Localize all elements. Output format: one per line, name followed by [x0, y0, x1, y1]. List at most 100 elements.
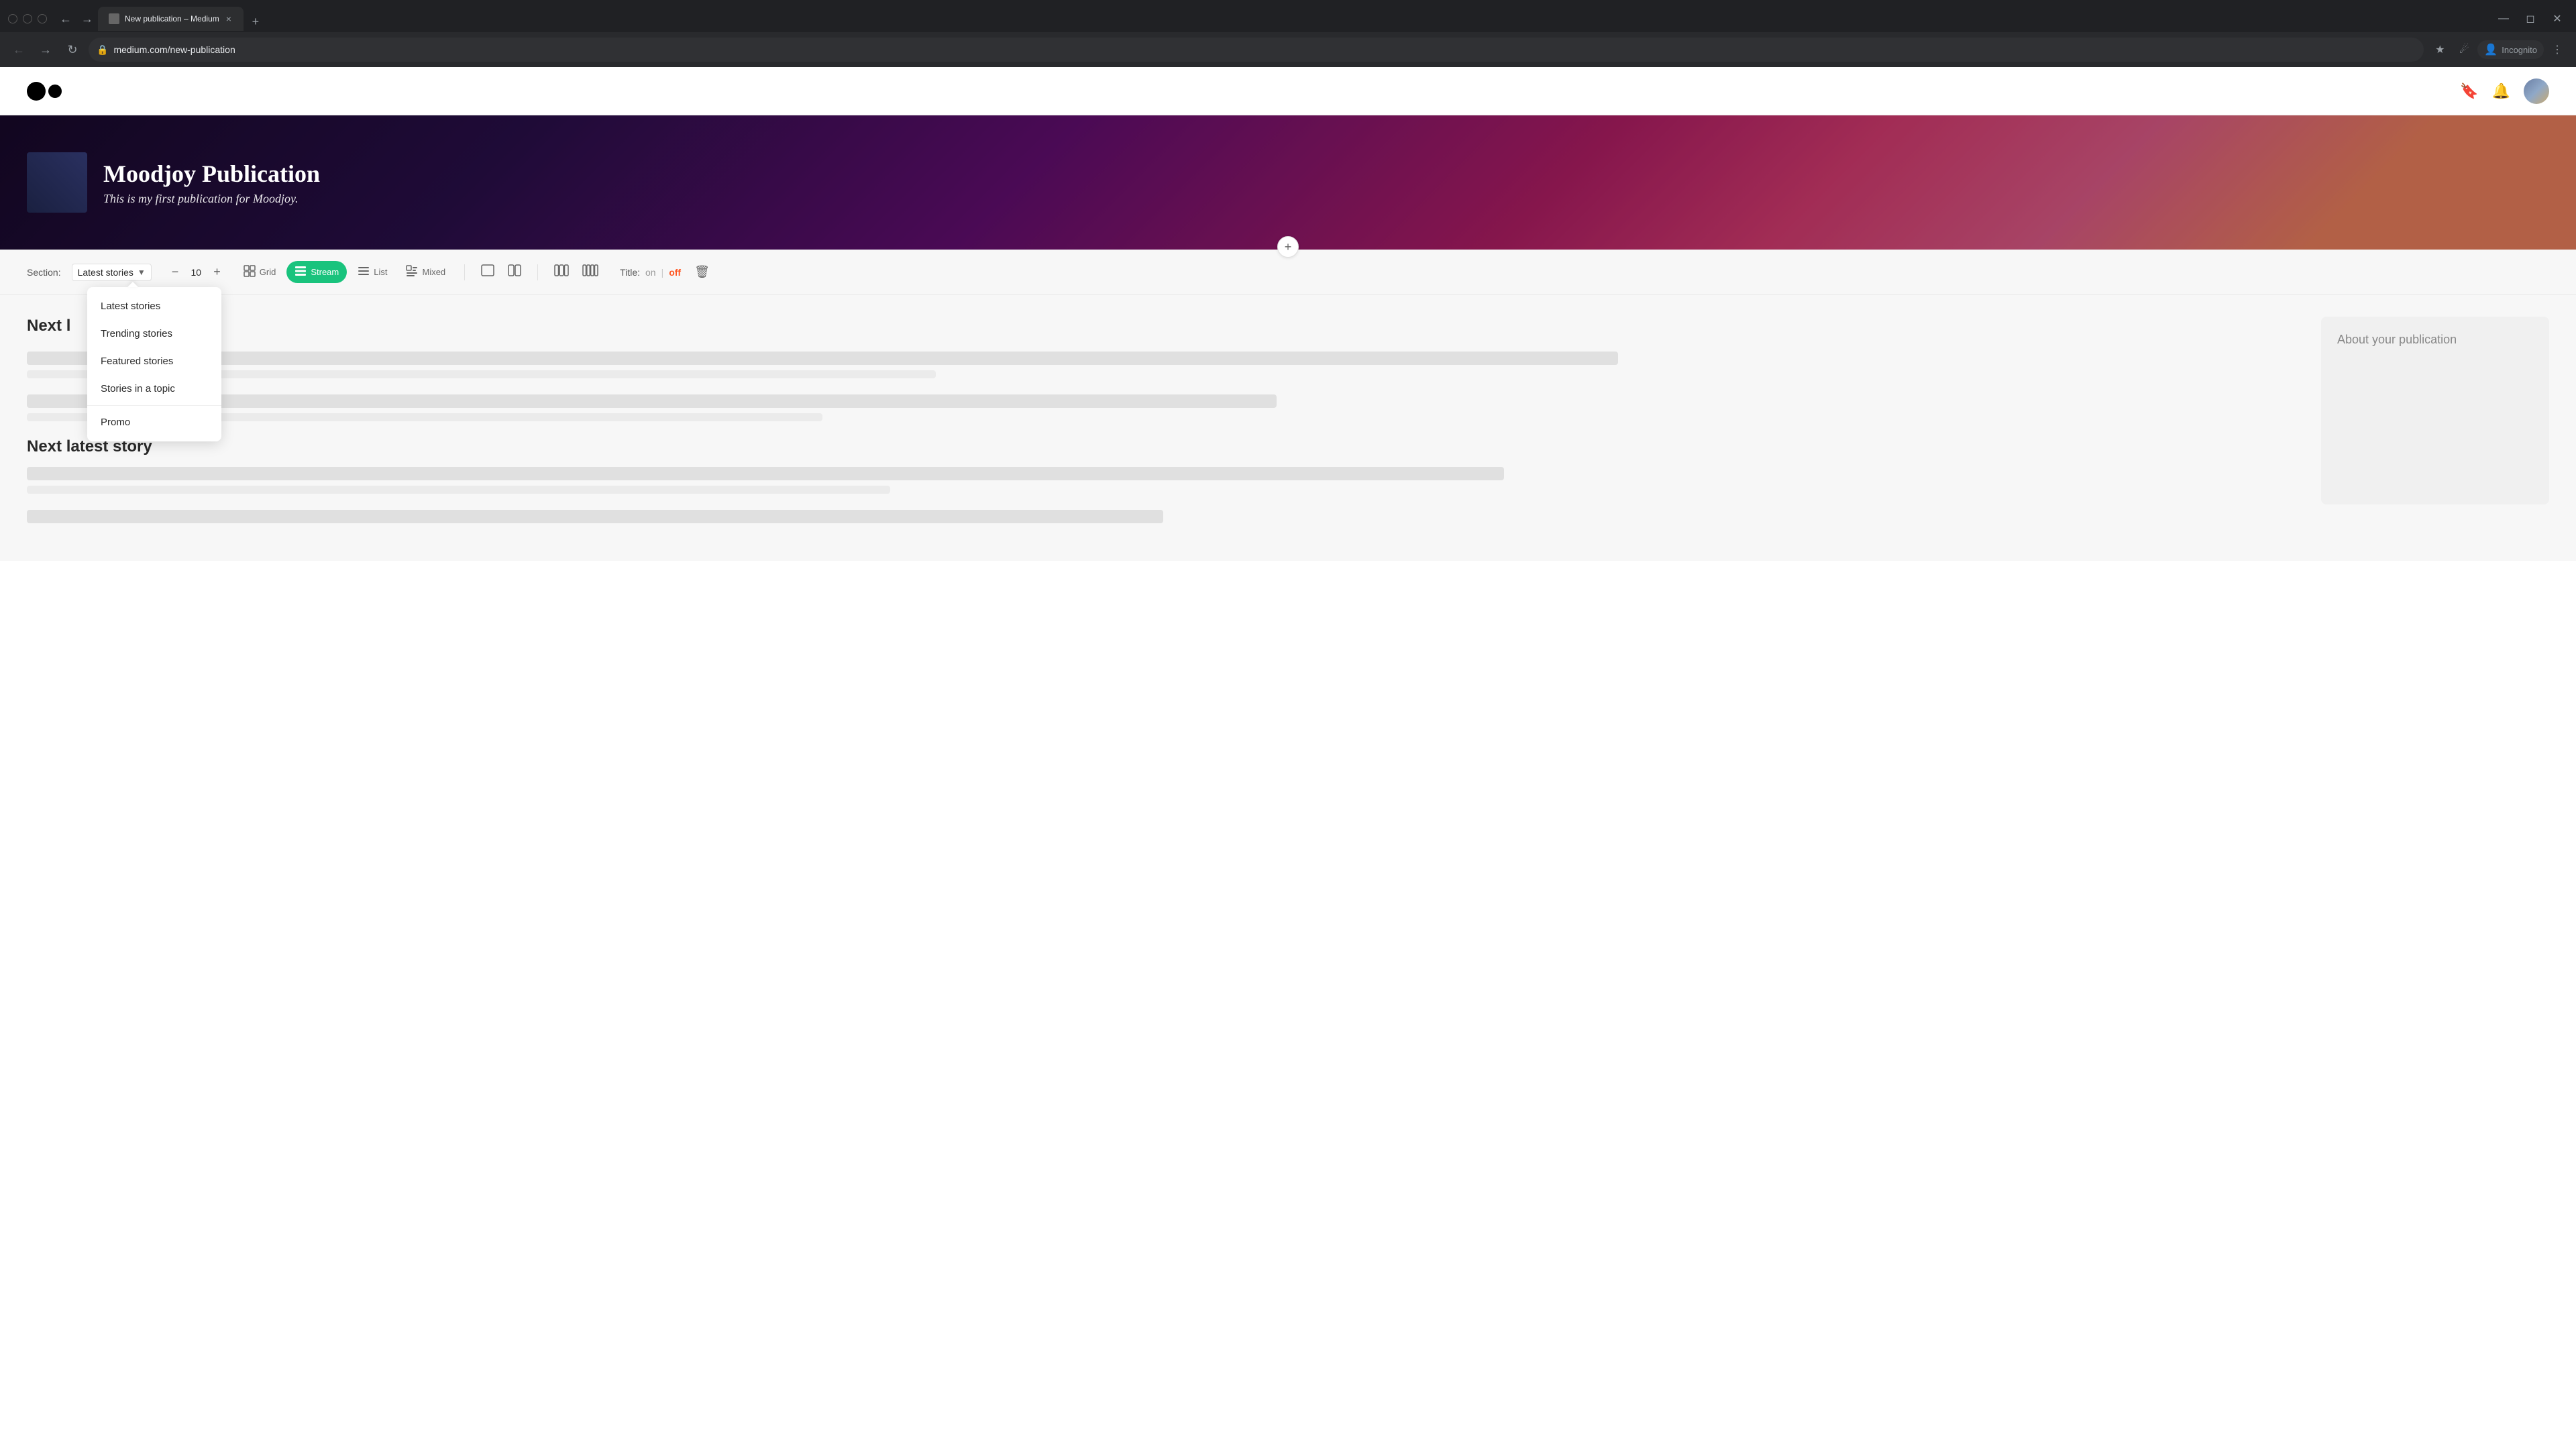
view-options: Grid Stream — [235, 261, 453, 283]
main-content: Next l Next latest story — [0, 295, 2576, 561]
stream-view-label: Stream — [311, 267, 339, 277]
delete-section-button[interactable]: 🗑 — [694, 265, 710, 279]
layout-single-button[interactable] — [476, 260, 500, 284]
medium-logo — [27, 82, 62, 101]
incognito-icon: 👤 — [2484, 43, 2498, 56]
window-restore-btn[interactable]: ◻ — [2520, 8, 2541, 30]
dropdown-divider — [87, 405, 221, 406]
next-story-heading: Next latest story — [27, 437, 2300, 456]
section-controls: + Section: Latest stories ▼ − 10 + — [0, 250, 2576, 295]
bookmark-icon[interactable]: 🔖 — [2460, 83, 2478, 100]
address-text: medium.com/new-publication — [113, 44, 2416, 55]
list-icon — [358, 265, 370, 279]
count-value: 10 — [188, 267, 204, 278]
dropdown-item-featured[interactable]: Featured stories — [87, 347, 221, 375]
story-item-3 — [27, 467, 2300, 494]
publication-logo-image — [27, 152, 87, 213]
minimize-button[interactable] — [8, 14, 17, 23]
chevron-down-icon: ▼ — [138, 268, 146, 277]
section-label: Section: — [27, 267, 61, 278]
stream-icon — [294, 265, 307, 279]
publication-banner: Moodjoy Publication This is my first pub… — [0, 115, 2576, 250]
browser-titlebar: ← → New publication – Medium × + — ◻ ✕ — [0, 0, 2576, 32]
layout-options — [476, 260, 527, 284]
section-dropdown[interactable]: Latest stories ▼ — [72, 264, 152, 281]
count-controls: − 10 + — [168, 264, 225, 280]
about-publication-title: About your publication — [2337, 333, 2533, 347]
bookmark-star-button[interactable]: ★ — [2429, 39, 2451, 60]
back-button[interactable]: ← — [55, 8, 76, 30]
forward-button[interactable]: → — [76, 8, 98, 30]
banner-overlay — [0, 115, 2576, 250]
tab-close-button[interactable]: × — [225, 12, 233, 25]
browser-chrome: ← → New publication – Medium × + — ◻ ✕ — [0, 0, 2576, 67]
address-bar[interactable]: 🔒 medium.com/new-publication — [89, 38, 2424, 62]
section-dropdown-text: Latest stories — [78, 267, 133, 278]
window-close-btn[interactable]: ✕ — [2546, 8, 2568, 30]
divider-1 — [464, 264, 465, 280]
publication-logo — [27, 152, 87, 213]
new-tab-button[interactable]: + — [246, 12, 265, 31]
about-publication-box: About your publication — [2321, 317, 2549, 504]
close-button[interactable] — [38, 14, 47, 23]
title-on-option[interactable]: on — [645, 267, 656, 278]
notification-bell-icon[interactable]: 🔔 — [2492, 83, 2510, 100]
maximize-button[interactable] — [23, 14, 32, 23]
mixed-view-label: Mixed — [422, 267, 445, 277]
medium-logo-dots — [27, 82, 62, 101]
sidebar: About your publication — [2321, 317, 2549, 539]
stream-view-button[interactable]: Stream — [286, 261, 347, 283]
stories-heading: Next l — [27, 317, 2300, 335]
title-control: Title: on | off — [620, 267, 681, 278]
list-view-button[interactable]: List — [350, 261, 395, 283]
nav-actions: ★ ☄ 👤 Incognito ⋮ — [2429, 39, 2568, 60]
window-minimize-btn[interactable]: — — [2493, 8, 2514, 30]
reload-button[interactable]: ↻ — [62, 39, 83, 60]
grid-view-button[interactable]: Grid — [235, 261, 284, 283]
mixed-view-button[interactable]: Mixed — [398, 261, 453, 283]
grid-view-label: Grid — [260, 267, 276, 277]
story-item-1 — [27, 352, 2300, 378]
logo-dot-large — [27, 82, 46, 101]
dropdown-arrow-up — [127, 282, 138, 287]
layout-half-button[interactable] — [502, 260, 527, 284]
header-actions: 🔖 🔔 — [2460, 78, 2549, 104]
logo-dot-small — [48, 85, 62, 98]
story-title-bar-3 — [27, 467, 1504, 480]
page-content: 🔖 🔔 Moodjoy Publication This is my first… — [0, 67, 2576, 1449]
grid-icon — [244, 265, 256, 279]
count-minus-button[interactable]: − — [168, 264, 183, 280]
layout-thirds-button[interactable] — [549, 260, 574, 284]
add-section-button[interactable]: + — [1277, 236, 1299, 258]
title-control-label: Title: — [620, 267, 640, 278]
story-item-2 — [27, 394, 2300, 421]
back-nav-button[interactable]: ← — [8, 39, 30, 60]
tabs-bar: New publication – Medium × + — [98, 7, 2487, 31]
list-view-label: List — [374, 267, 387, 277]
layout-quarters-button[interactable] — [577, 260, 604, 284]
extensions-button[interactable]: ☄ — [2453, 39, 2475, 60]
publication-title: Moodjoy Publication — [103, 160, 320, 188]
story-title-bar-4 — [27, 510, 1163, 523]
publication-subtitle: This is my first publication for Moodjoy… — [103, 192, 320, 206]
stories-section: Next l Next latest story — [27, 317, 2300, 539]
tab-title: New publication – Medium — [125, 14, 219, 23]
story-meta-bar-3 — [27, 486, 890, 494]
forward-nav-button[interactable]: → — [35, 39, 56, 60]
dropdown-item-latest[interactable]: Latest stories — [87, 292, 221, 320]
menu-button[interactable]: ⋮ — [2546, 39, 2568, 60]
title-off-option[interactable]: off — [669, 267, 681, 278]
dropdown-item-topic[interactable]: Stories in a topic — [87, 375, 221, 402]
avatar[interactable] — [2524, 78, 2549, 104]
layout-options-2 — [549, 260, 604, 284]
active-tab[interactable]: New publication – Medium × — [98, 7, 244, 31]
title-separator: | — [661, 267, 664, 278]
dropdown-item-promo[interactable]: Promo — [87, 409, 221, 436]
divider-2 — [537, 264, 538, 280]
count-plus-button[interactable]: + — [209, 264, 225, 280]
story-item-4 — [27, 510, 2300, 523]
mixed-icon — [406, 265, 418, 279]
browser-navbar: ← → ↻ 🔒 medium.com/new-publication ★ ☄ 👤… — [0, 32, 2576, 67]
dropdown-item-trending[interactable]: Trending stories — [87, 320, 221, 347]
incognito-label: Incognito — [2502, 45, 2537, 55]
